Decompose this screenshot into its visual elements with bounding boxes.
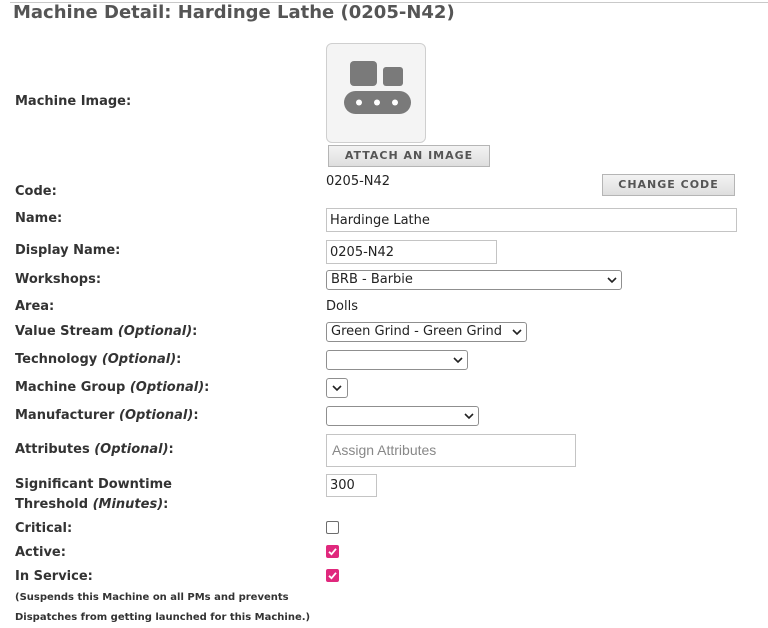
machine-group-select[interactable] (326, 378, 348, 398)
code-label: Code: (15, 184, 57, 199)
code-value: 0205-N42 (326, 174, 391, 189)
workshops-select[interactable]: BRB - Barbie (326, 270, 622, 290)
area-label: Area: (15, 299, 55, 314)
downtime-threshold-input[interactable]: 300 (326, 474, 377, 497)
area-value: Dolls (326, 299, 358, 314)
in-service-note-line2: Dispatches from getting launched for thi… (15, 612, 311, 623)
name-label: Name: (15, 211, 63, 226)
downtime-threshold-label-line1: Significant Downtime (15, 477, 172, 492)
in-service-label: In Service: (15, 569, 93, 584)
display-name-label: Display Name: (15, 243, 121, 258)
chevron-down-icon (453, 357, 463, 364)
chevron-down-icon (332, 385, 342, 392)
technology-label: Technology (Optional): (15, 352, 182, 367)
chevron-down-icon (464, 413, 474, 420)
in-service-note-line1: (Suspends this Machine on all PMs and pr… (15, 592, 289, 603)
change-code-button[interactable]: CHANGE CODE (602, 174, 735, 196)
name-input[interactable]: Hardinge Lathe (326, 208, 737, 232)
page-title: Machine Detail: Hardinge Lathe (0205-N42… (13, 2, 455, 23)
downtime-threshold-label-line2: Threshold (Minutes): (15, 497, 169, 512)
attributes-input[interactable]: Assign Attributes (326, 434, 576, 467)
manufacturer-label: Manufacturer (Optional): (15, 408, 199, 423)
active-checkbox[interactable] (326, 545, 339, 558)
machine-image-placeholder (326, 43, 426, 143)
chevron-down-icon (607, 277, 617, 284)
active-label: Active: (15, 545, 66, 560)
checkmark-icon (328, 548, 337, 556)
value-stream-label: Value Stream (Optional): (15, 324, 198, 339)
attributes-label: Attributes (Optional): (15, 442, 174, 457)
technology-select[interactable] (326, 350, 468, 370)
attach-image-button[interactable]: ATTACH AN IMAGE (328, 145, 490, 167)
workshops-label: Workshops: (15, 272, 102, 287)
value-stream-selected-value: Green Grind - Green Grind (331, 324, 502, 339)
attributes-placeholder: Assign Attributes (332, 442, 437, 458)
machine-group-label: Machine Group (Optional): (15, 380, 210, 395)
checkmark-icon (328, 572, 337, 580)
chevron-down-icon (512, 329, 522, 336)
manufacturer-select[interactable] (326, 406, 479, 426)
machine-conveyor-icon (344, 61, 411, 114)
in-service-checkbox[interactable] (326, 569, 339, 582)
workshops-selected-value: BRB - Barbie (331, 272, 413, 287)
critical-label: Critical: (15, 521, 73, 536)
display-name-input[interactable]: 0205-N42 (326, 240, 497, 264)
value-stream-select[interactable]: Green Grind - Green Grind (326, 322, 527, 342)
critical-checkbox[interactable] (326, 521, 339, 534)
machine-image-label: Machine Image: (15, 94, 132, 109)
